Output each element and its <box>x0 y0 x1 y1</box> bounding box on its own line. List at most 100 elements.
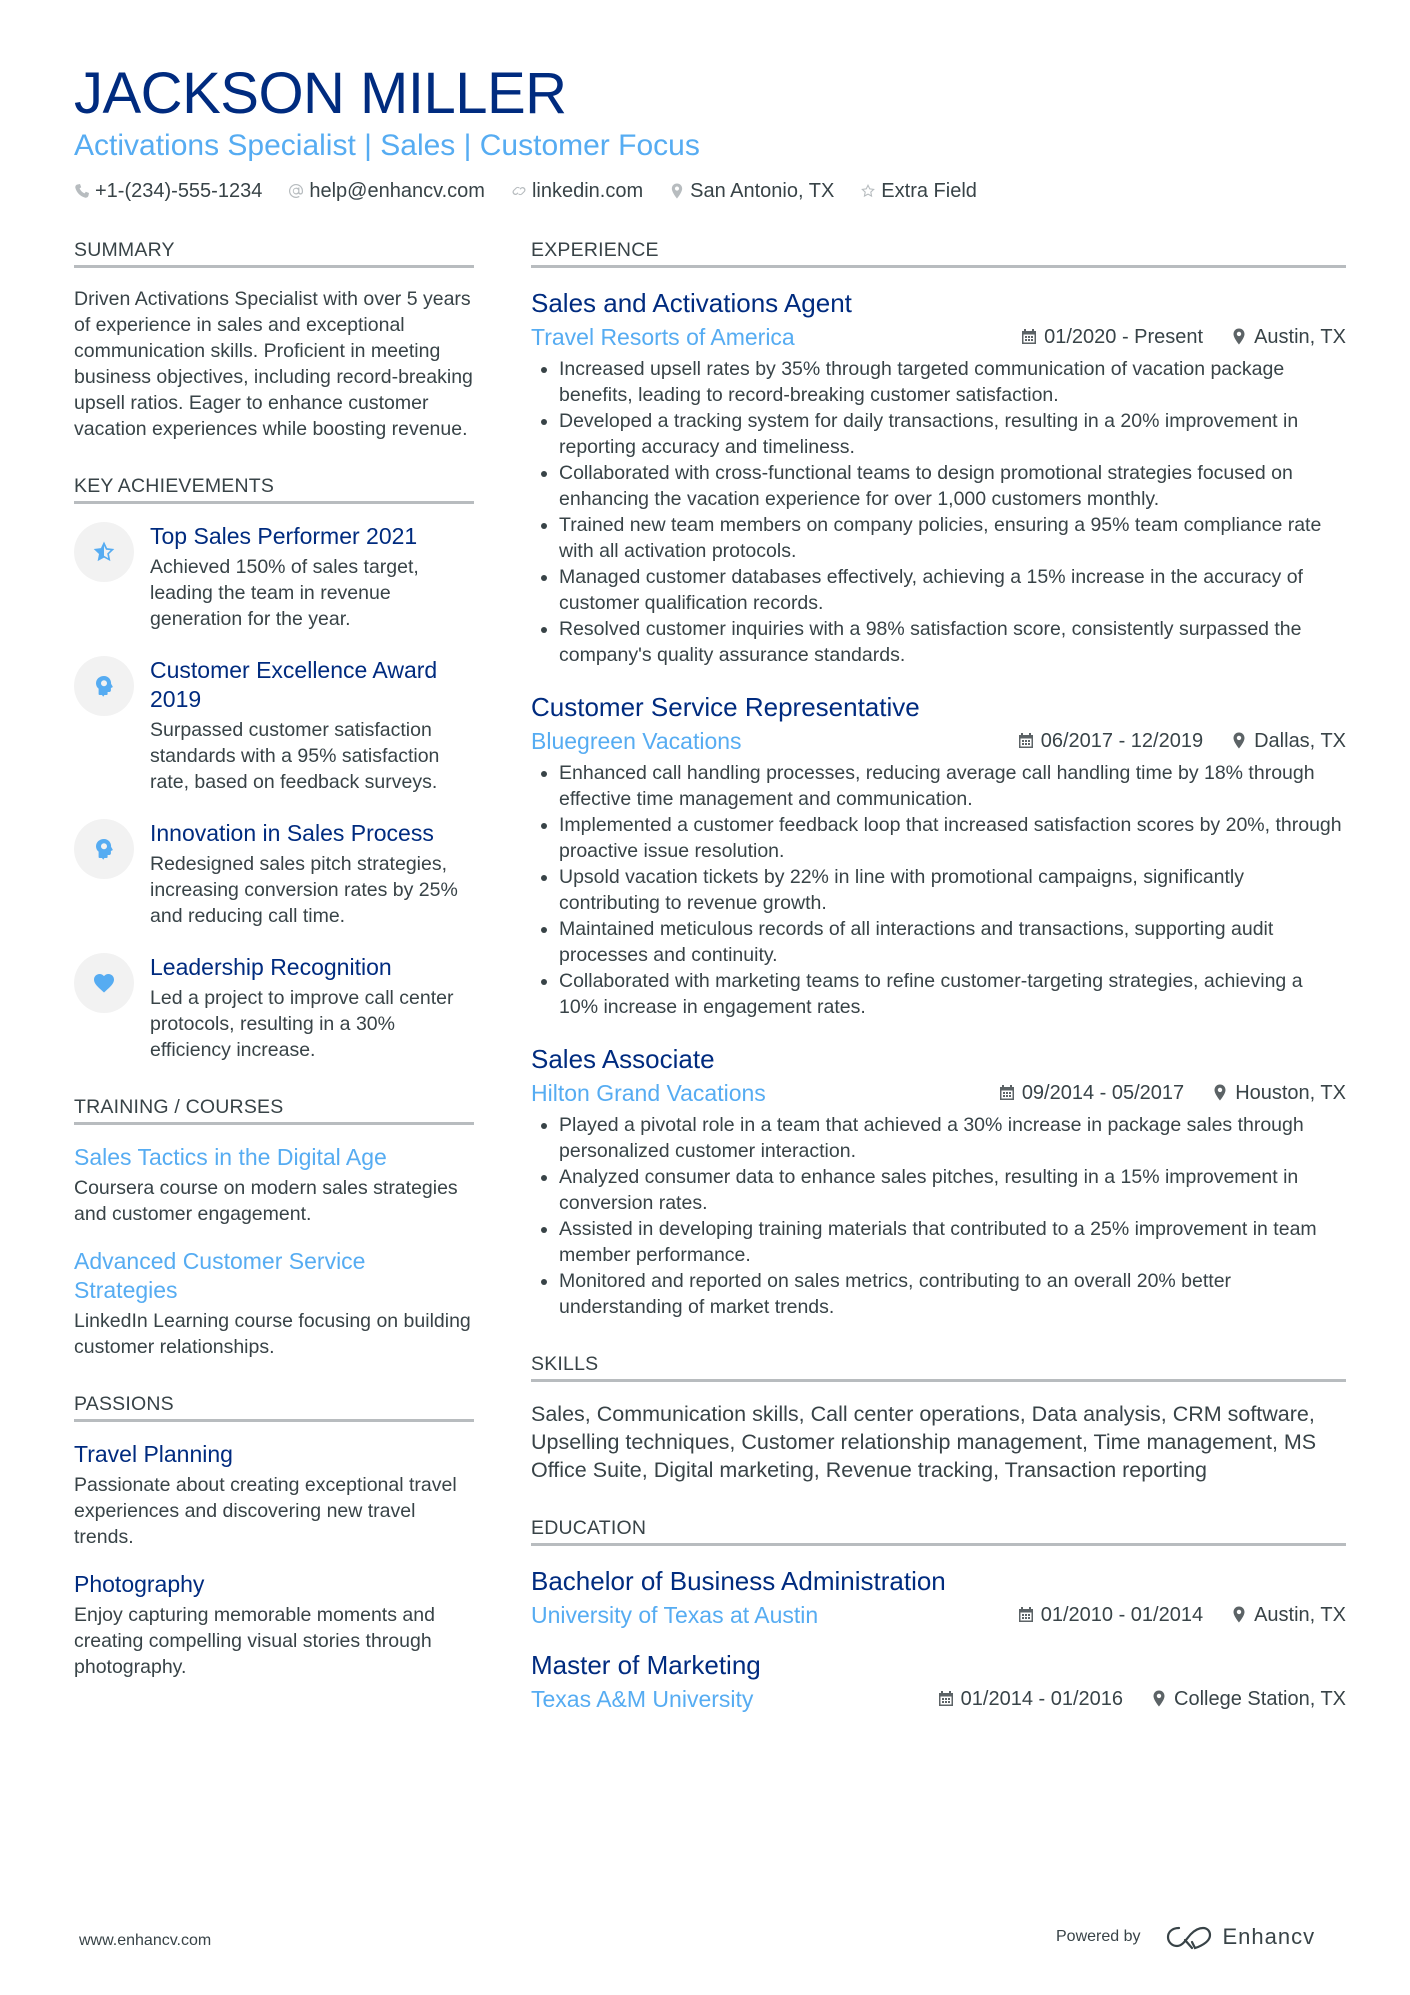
job-bullets: Played a pivotal role in a team that ach… <box>531 1112 1346 1320</box>
school-name: Texas A&M University <box>531 1686 754 1712</box>
job-location-text: Dallas, TX <box>1254 729 1346 752</box>
passion-item: Travel Planning Passionate about creatin… <box>74 1440 474 1550</box>
job-meta: Bluegreen Vacations 06/2017 - 12/2019 Dall… <box>531 726 1346 756</box>
job-location: Dallas, TX <box>1231 727 1346 755</box>
skills-text: Sales, Communication skills, Call center… <box>531 1402 1317 1482</box>
course-item: Advanced Customer Service Strategies Lin… <box>74 1247 474 1360</box>
brand-logo[interactable]: Enhancv <box>1165 1924 1316 1950</box>
summary-heading: SUMMARY <box>74 238 474 268</box>
brand-name: Enhancv <box>1222 1924 1316 1949</box>
school-name: University of Texas at Austin <box>531 1602 819 1628</box>
achievement-text: Led a project to improve call center pro… <box>150 987 454 1061</box>
passion-title: Travel Planning <box>74 1441 233 1467</box>
contact-extra-text: Extra Field <box>881 180 977 202</box>
calendar-icon <box>1018 1606 1034 1623</box>
job-bullet: Resolved customer inquiries with a 98% s… <box>531 616 1346 668</box>
achievement-text: Achieved 150% of sales target, leading t… <box>150 556 419 630</box>
education-list: Bachelor of Business Administration Unive… <box>531 1564 1346 1714</box>
training-section: TRAINING / COURSES Sales Tactics in the … <box>74 1095 474 1360</box>
contact-linkedin[interactable]: linkedin.com <box>511 178 643 204</box>
enhancv-logo-icon <box>1166 1926 1211 1950</box>
at-icon <box>288 183 304 199</box>
job-bullet: Played a pivotal role in a team that ach… <box>531 1112 1346 1164</box>
passion-text: Passionate about creating exceptional tr… <box>74 1474 457 1548</box>
candidate-name: JACKSON MILLER <box>74 61 567 126</box>
job-dates: 06/2017 - 12/2019 <box>1018 727 1203 755</box>
heart-icon <box>92 971 116 995</box>
passion-text: Enjoy capturing memorable moments and cr… <box>74 1604 435 1678</box>
degree-title: Bachelor of Business Administration <box>531 1566 946 1596</box>
footer-branding: Powered by Enhancv <box>1056 1924 1315 1950</box>
achievement-title: Top Sales Performer 2021 <box>150 523 418 549</box>
job-dates: 01/2020 - Present <box>1021 323 1203 351</box>
passion-title: Photography <box>74 1571 205 1597</box>
job-bullet: Managed customer databases effectively, … <box>531 564 1346 616</box>
footer-website[interactable]: www.enhancv.com <box>79 1932 211 1950</box>
contact-email-text: help@enhancv.com <box>309 180 485 202</box>
job-dates-text: 09/2014 - 05/2017 <box>1021 1081 1185 1104</box>
achievement-icon-badge <box>74 953 134 1013</box>
achievement-icon-badge <box>74 656 134 716</box>
achievement-title: Leadership Recognition <box>150 954 392 980</box>
course-title: Advanced Customer Service Strategies <box>74 1248 366 1303</box>
job-bullet: Monitored and reported on sales metrics,… <box>531 1268 1346 1320</box>
job-location-text: Houston, TX <box>1235 1081 1346 1104</box>
summary-text: Driven Activations Specialist with over … <box>74 288 473 440</box>
achievement-title: Customer Excellence Award 2019 <box>150 657 438 712</box>
job-bullets: Enhanced call handling processes, reduci… <box>531 760 1346 1020</box>
contact-email[interactable]: help@enhancv.com <box>288 178 485 204</box>
job-bullet: Increased upsell rates by 35% through ta… <box>531 356 1346 408</box>
job-company: Travel Resorts of America <box>531 324 795 350</box>
achievements-section: KEY ACHIEVEMENTS Top Sales Performer 202… <box>74 474 474 1063</box>
location-icon <box>1231 1606 1247 1623</box>
calendar-icon <box>999 1084 1015 1101</box>
job-dates-text: 01/2020 - Present <box>1044 325 1204 348</box>
resume-header: JACKSON MILLER Activations Specialist | … <box>74 62 1346 204</box>
education-section: EDUCATION Bachelor of Business Administr… <box>531 1516 1346 1714</box>
location-icon <box>1231 732 1247 749</box>
course-item: Sales Tactics in the Digital Age Courser… <box>74 1143 474 1227</box>
education-meta: Texas A&M University 01/2014 - 01/2016 Col… <box>531 1684 1346 1714</box>
education-entry: Bachelor of Business Administration Unive… <box>531 1564 1346 1630</box>
education-location-text: Austin, TX <box>1254 1603 1346 1626</box>
star-icon <box>860 183 876 199</box>
achievement-item: Innovation in Sales Process Redesigned s… <box>74 819 474 929</box>
job-info: 06/2017 - 12/2019 Dallas, TX <box>1018 727 1346 755</box>
passion-item: Photography Enjoy capturing memorable mo… <box>74 1570 474 1680</box>
contact-linkedin-text: linkedin.com <box>531 180 644 202</box>
powered-by-label: Powered by <box>1056 1928 1141 1945</box>
phone-icon <box>74 183 90 199</box>
contact-location-text: San Antonio, TX <box>690 180 835 202</box>
contact-phone-text: +1-(234)-555-1234 <box>95 180 263 202</box>
link-icon <box>511 183 527 199</box>
passions-section: PASSIONS Travel Planning Passionate abou… <box>74 1392 474 1680</box>
job-location: Houston, TX <box>1212 1079 1346 1107</box>
head-icon <box>92 837 116 861</box>
skills-section: SKILLS Sales, Communication skills, Call… <box>531 1352 1346 1484</box>
job-list: Sales and Activations Agent Travel Resort… <box>531 286 1346 1320</box>
education-heading: EDUCATION <box>531 1516 1346 1546</box>
contact-location: San Antonio, TX <box>669 178 834 204</box>
job-entry: Sales and Activations Agent Travel Resort… <box>531 286 1346 668</box>
contact-extra: Extra Field <box>860 178 977 204</box>
training-heading: TRAINING / COURSES <box>74 1095 474 1125</box>
star-icon <box>92 540 116 564</box>
education-dates: 01/2014 - 01/2016 <box>938 1685 1123 1713</box>
job-dates-text: 06/2017 - 12/2019 <box>1040 729 1204 752</box>
skills-heading: SKILLS <box>531 1352 1346 1382</box>
right-column: EXPERIENCE Sales and Activations Agent Tr… <box>531 238 1346 1746</box>
job-title: Customer Service Representative <box>531 692 920 722</box>
education-location: Austin, TX <box>1231 1601 1346 1629</box>
education-meta: University of Texas at Austin 01/2010 - 0… <box>531 1600 1346 1630</box>
contact-phone[interactable]: +1-(234)-555-1234 <box>74 178 262 204</box>
achievements-heading: KEY ACHIEVEMENTS <box>74 474 474 504</box>
achievement-icon-badge <box>74 522 134 582</box>
achievement-item: Customer Excellence Award 2019 Surpassed… <box>74 656 474 795</box>
location-icon <box>1212 1084 1228 1101</box>
job-location: Austin, TX <box>1231 323 1346 351</box>
location-icon <box>1151 1690 1167 1707</box>
degree-title: Master of Marketing <box>531 1650 761 1680</box>
summary-section: SUMMARY Driven Activations Specialist wi… <box>74 238 474 442</box>
education-info: 01/2010 - 01/2014 Austin, TX <box>1018 1601 1346 1629</box>
course-title: Sales Tactics in the Digital Age <box>74 1144 387 1170</box>
